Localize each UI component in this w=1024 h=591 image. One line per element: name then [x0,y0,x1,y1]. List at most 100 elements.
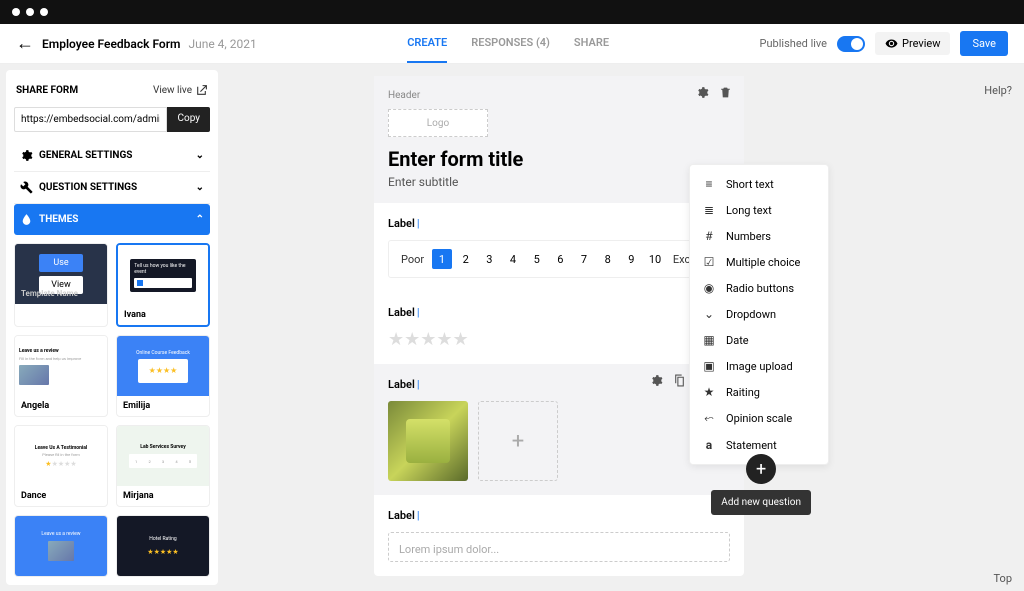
gear-icon[interactable] [696,86,709,99]
close-dot[interactable] [12,8,20,16]
scale-6[interactable]: 6 [551,249,571,269]
add-image-button[interactable]: + [478,401,558,481]
theme-name-label: Angela [15,396,107,416]
form-preview: Header Logo Enter form title Enter subti… [374,76,744,576]
acc-question-settings[interactable]: QUESTION SETTINGS ⌄ [14,172,210,204]
question-label[interactable]: Label [388,217,730,230]
view-live-label: View live [153,85,192,96]
sidebar: SHARE FORM View live Copy GENERAL SETTIN… [6,70,218,585]
question-longtext[interactable]: Label Lorem ipsum dolor... [374,495,744,576]
eye-icon [885,37,898,50]
acc-general-label: GENERAL SETTINGS [39,150,132,161]
share-url-input[interactable] [14,107,167,132]
back-arrow-icon[interactable]: ← [16,33,34,54]
scale-5[interactable]: 5 [527,249,547,269]
nav-tabs: CREATE RESPONSES (4) SHARE [407,24,609,63]
chevron-down-icon: ⌄ [702,307,716,321]
tab-share[interactable]: SHARE [574,24,609,63]
star-rating[interactable]: ★★★★★ [388,329,730,350]
tab-responses[interactable]: RESPONSES (4) [471,24,550,63]
question-label[interactable]: Label [388,306,730,319]
qtype-image-upload[interactable]: ▣Image upload [690,353,828,379]
trash-icon[interactable] [719,86,732,99]
short-text-icon: ≡ [702,177,716,191]
qtype-dropdown[interactable]: ⌄ Dropdown [690,301,828,327]
qtype-label: Multiple choice [726,256,800,269]
scale-2[interactable]: 2 [456,249,476,269]
chevron-up-icon: ⌃ [196,214,204,225]
scale-left-label: Poor [397,253,428,266]
checkbox-icon: ☑ [702,255,716,269]
qtype-rating[interactable]: ★ Raiting [690,379,828,405]
radio-icon: ◉ [702,281,716,295]
scale-3[interactable]: 3 [480,249,500,269]
theme-name-label: Ivana [118,305,208,325]
qtype-label: Radio buttons [726,282,794,295]
min-dot[interactable] [26,8,34,16]
gear-icon[interactable] [650,374,663,387]
acc-question-label: QUESTION SETTINGS [39,182,137,193]
qtype-multiple-choice[interactable]: ☑ Multiple choice [690,249,828,275]
textarea-placeholder[interactable]: Lorem ipsum dolor... [388,532,730,562]
theme-card-template[interactable]: Use View Template Name [14,243,108,327]
form-date: June 4, 2021 [188,37,256,51]
copy-icon[interactable] [673,374,686,387]
chevron-down-icon: ⌄ [196,182,204,193]
max-dot[interactable] [40,8,48,16]
gear-icon [20,149,33,162]
qtype-label: Opinion scale [726,412,792,425]
scale-8[interactable]: 8 [598,249,618,269]
published-label: Published live [760,37,827,50]
scale-9[interactable]: 9 [622,249,642,269]
qtype-numbers[interactable]: #Numbers [690,223,828,249]
uploaded-image[interactable] [388,401,468,481]
qtype-label: Dropdown [726,308,776,321]
view-live-link[interactable]: View live [153,84,208,97]
scale-7[interactable]: 7 [574,249,594,269]
preview-label: Preview [902,37,940,50]
save-button[interactable]: Save [960,31,1008,56]
topbar: ← Employee Feedback Form June 4, 2021 CR… [0,24,1024,64]
tab-create[interactable]: CREATE [407,24,447,63]
theme-card-ivana[interactable]: Tell us how you like the event Ivana [116,243,210,327]
theme-card-emilija[interactable]: Online Course Feedback★★★★ Emilija [116,335,210,417]
scale-10[interactable]: 10 [645,249,665,269]
acc-themes[interactable]: THEMES ⌃ [14,204,210,235]
qtype-label: Numbers [726,230,771,243]
qtype-long-text[interactable]: ≣Long text [690,197,828,223]
opinion-scale: Poor 1 2 3 4 5 6 7 8 9 10 Excellent [388,240,730,278]
add-question-fab[interactable]: + [746,454,776,484]
theme-name-label: Template Name [21,289,78,298]
use-button[interactable]: Use [39,254,82,272]
form-title-input[interactable]: Enter form title [388,147,730,171]
wrench-icon [20,181,33,194]
published-toggle[interactable] [837,36,865,52]
qtype-label: Statement [726,439,777,452]
qtype-label: Raiting [726,386,760,399]
theme-name-label: Emilija [117,396,209,416]
top-link[interactable]: Top [994,572,1012,585]
header-label: Header [388,90,730,101]
scale-4[interactable]: 4 [503,249,523,269]
star-icon: ★ [702,385,716,399]
theme-card-angela[interactable]: Leave us a reviewFill in the form and he… [14,335,108,417]
logo-placeholder[interactable]: Logo [388,109,488,137]
acc-general-settings[interactable]: GENERAL SETTINGS ⌄ [14,140,210,172]
theme-card[interactable]: Hotel Rating★★★★★ [116,515,210,577]
theme-card-mirjana[interactable]: Lab Services Survey12345 Mirjana [116,425,210,507]
long-text-icon: ≣ [702,203,716,217]
qtype-opinion-scale[interactable]: ⬿Opinion scale [690,405,828,432]
scale-1[interactable]: 1 [432,249,452,269]
qtype-label: Date [726,334,749,347]
copy-button[interactable]: Copy [167,107,210,132]
theme-card-dance[interactable]: Leave Us A TestimonialPlease fill in the… [14,425,108,507]
qtype-short-text[interactable]: ≡Short text [690,171,828,197]
qtype-date[interactable]: ▦Date [690,327,828,353]
theme-card[interactable]: Leave us a review [14,515,108,577]
form-subtitle-input[interactable]: Enter subtitle [388,175,730,189]
preview-button[interactable]: Preview [875,32,950,55]
question-label[interactable]: Label [388,509,730,522]
theme-name-label: Mirjana [117,486,209,506]
help-link[interactable]: Help? [984,84,1012,97]
qtype-radio[interactable]: ◉ Radio buttons [690,275,828,301]
